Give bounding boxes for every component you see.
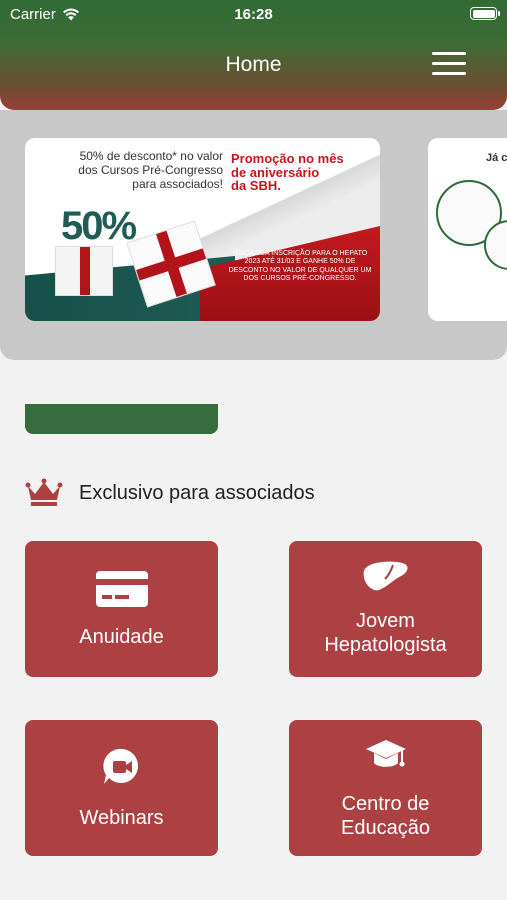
- menu-line-icon: [432, 62, 466, 65]
- section-header: Exclusivo para associados: [25, 478, 315, 508]
- centro-de-educacao-button[interactable]: Centro de Educação: [289, 720, 482, 856]
- promo-banner[interactable]: 50% de desconto* no valor dos Cursos Pré…: [25, 138, 380, 321]
- promo-banner-next[interactable]: Já c: [428, 138, 507, 321]
- app-header: Carrier 16:28 Home: [0, 0, 507, 110]
- tile-label: Jovem Hepatologista: [324, 610, 447, 656]
- menu-line-icon: [432, 52, 466, 55]
- banner-next-text: Já c: [486, 152, 507, 164]
- banner-discount-number: 50%: [61, 204, 137, 248]
- tile-label: Centro de Educação: [341, 793, 430, 839]
- gift-box-icon: [55, 246, 113, 296]
- section-title: Exclusivo para associados: [79, 481, 315, 504]
- jovem-hepatologista-button[interactable]: Jovem Hepatologista: [289, 541, 482, 677]
- banner-carousel[interactable]: 50% de desconto* no valor dos Cursos Pré…: [0, 110, 507, 360]
- liver-icon: [363, 561, 408, 591]
- tile-label: Anuidade: [79, 626, 164, 648]
- anuidade-button[interactable]: Anuidade: [25, 541, 218, 677]
- page-title: Home: [225, 53, 282, 76]
- video-chat-icon: [102, 748, 138, 784]
- banner-promo-text: Promoção no mês de aniversário da SBH.: [231, 151, 344, 194]
- tile-label: Webinars: [79, 807, 164, 829]
- banner-fine-print: *Faça sua inscrição para o Hepato 2023 a…: [228, 250, 372, 283]
- status-bar: Carrier 16:28: [0, 0, 507, 30]
- menu-line-icon: [432, 72, 466, 75]
- webinars-button[interactable]: Webinars: [25, 720, 218, 856]
- battery-icon: [470, 7, 500, 20]
- clock: 16:28: [234, 6, 273, 23]
- banner-headline: 50% de desconto* no valor dos Cursos Pré…: [78, 149, 223, 191]
- crown-icon: [25, 478, 63, 506]
- credit-card-icon: [95, 571, 148, 607]
- green-action-bar[interactable]: [25, 404, 218, 434]
- hamburger-menu-button[interactable]: [432, 52, 468, 78]
- graduation-cap-icon: [365, 740, 406, 767]
